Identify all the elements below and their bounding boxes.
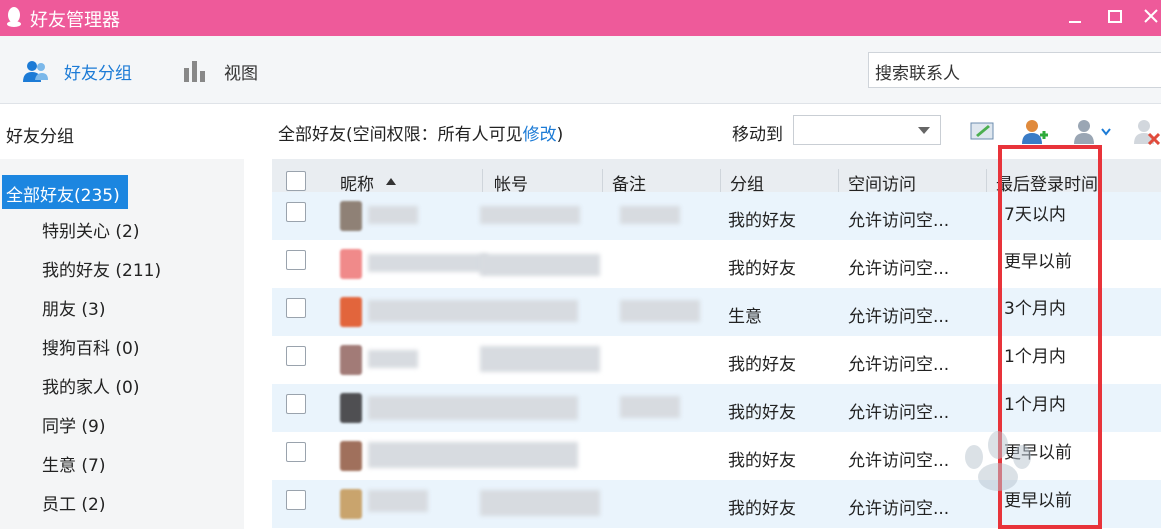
row-checkbox[interactable] <box>286 346 306 366</box>
space-permission-text: 全部好友(空间权限：所有人可见修改) <box>278 125 564 145</box>
search-input[interactable]: 搜索联系人 <box>868 52 1161 88</box>
table-row[interactable]: 我的好友 允许访问空... 1个月内 <box>272 384 1161 432</box>
row-checkbox[interactable] <box>286 250 306 270</box>
avatar <box>340 201 362 231</box>
table-row[interactable]: 生意 允许访问空... 3个月内 <box>272 288 1161 336</box>
group-item-staff[interactable]: 员工 (2) <box>42 490 105 515</box>
avatar <box>340 393 362 423</box>
group-item-special[interactable]: 特别关心 (2) <box>42 217 139 242</box>
row-checkbox[interactable] <box>286 394 306 414</box>
maximize-button[interactable] <box>1100 4 1130 30</box>
avatar <box>340 441 362 471</box>
title-bar: 好友管理器 <box>0 0 1161 36</box>
group-item-friends[interactable]: 朋友 (3) <box>42 295 105 320</box>
sidebar-title: 好友分组 <box>6 127 74 147</box>
group-item-sogou[interactable]: 搜狗百科 (0) <box>42 334 139 359</box>
group-item-my-friends[interactable]: 我的好友 (211) <box>42 256 161 281</box>
list-header-bar: 全部好友(空间权限：所有人可见修改) 移动到 <box>244 105 1161 159</box>
group-item-business[interactable]: 生意 (7) <box>42 451 105 476</box>
move-to-label: 移动到 <box>732 125 783 145</box>
table-row[interactable]: 我的好友 允许访问空... 7天以内 <box>272 192 1161 240</box>
edit-permission-link[interactable]: 修改 <box>523 125 557 145</box>
edit-remark-icon[interactable] <box>968 117 996 145</box>
group-item-classmates[interactable]: 同学 (9) <box>42 412 105 437</box>
group-sidebar: 好友分组 全部好友(235) 特别关心 (2) 我的好友 (211) 朋友 (3… <box>0 105 244 529</box>
manage-friend-icon[interactable] <box>1072 117 1112 145</box>
sort-ascending-icon <box>386 178 396 185</box>
add-friend-icon[interactable] <box>1020 117 1048 145</box>
group-item-all[interactable]: 全部好友(235) <box>2 175 128 209</box>
avatar <box>340 249 362 279</box>
avatar <box>340 489 362 519</box>
friends-icon <box>23 61 48 82</box>
chevron-down-icon <box>918 127 930 134</box>
delete-friend-icon[interactable] <box>1132 117 1160 145</box>
avatar <box>340 297 362 327</box>
friends-table: 昵称 帐号 备注 分组 空间访问 最后登录时间 我的好友 允许访问空... 7天… <box>272 159 1161 529</box>
row-checkbox[interactable] <box>286 298 306 318</box>
select-all-checkbox[interactable] <box>286 171 306 191</box>
window-title: 好友管理器 <box>30 10 120 31</box>
avatar <box>340 345 362 375</box>
view-label: 视图 <box>224 63 258 84</box>
row-checkbox[interactable] <box>286 202 306 222</box>
table-row[interactable]: 我的好友 允许访问空... 更早以前 <box>272 432 1161 480</box>
view-tab[interactable]: 视图 <box>180 58 258 84</box>
table-row[interactable]: 我的好友 允许访问空... 1个月内 <box>272 336 1161 384</box>
minimize-button[interactable] <box>1060 4 1090 30</box>
qq-penguin-icon <box>7 7 21 27</box>
table-row[interactable]: 我的好友 允许访问空... 更早以前 <box>272 480 1161 528</box>
row-checkbox[interactable] <box>286 490 306 510</box>
close-button[interactable] <box>1136 4 1161 30</box>
friend-groups-tab[interactable]: 好友分组 <box>20 58 132 84</box>
group-item-family[interactable]: 我的家人 (0) <box>42 373 139 398</box>
row-checkbox[interactable] <box>286 442 306 462</box>
move-to-select[interactable] <box>793 115 941 145</box>
table-row[interactable]: 我的好友 允许访问空... 更早以前 <box>272 240 1161 288</box>
friend-groups-label: 好友分组 <box>64 63 132 84</box>
bar-chart-icon <box>184 61 205 82</box>
sidebar-header: 好友分组 <box>0 105 244 159</box>
